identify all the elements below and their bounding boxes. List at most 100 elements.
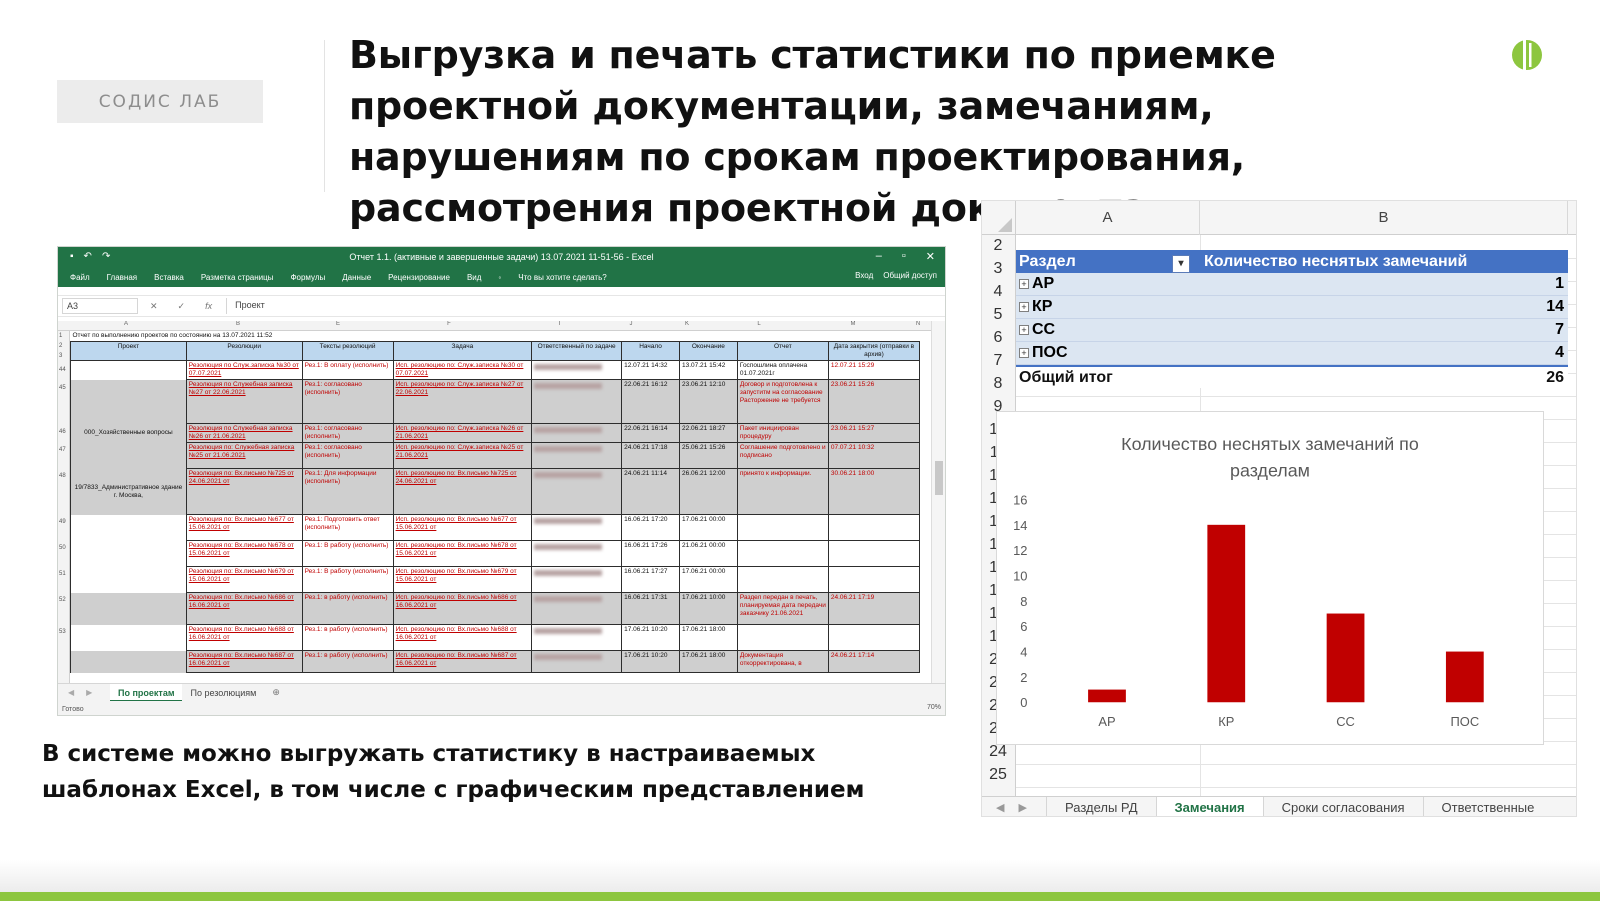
minimize-icon[interactable]: – bbox=[876, 250, 882, 263]
row-number[interactable]: 3 bbox=[982, 260, 1014, 278]
task-cell[interactable]: Исп. резолюцию по: Служ.записка №25 от 2… bbox=[392, 442, 533, 469]
resolution-text-cell[interactable]: Рез.1: В оплату (исполнить) bbox=[301, 360, 394, 380]
tab-razdely-rd[interactable]: Разделы РД bbox=[1046, 796, 1156, 816]
tab-zamechaniya[interactable]: Замечания bbox=[1155, 796, 1263, 816]
column-header[interactable]: K bbox=[659, 321, 715, 327]
ribbon-tab[interactable]: Вид bbox=[467, 273, 481, 282]
close-icon[interactable]: ✕ bbox=[926, 250, 935, 263]
resolution-text-cell[interactable]: Рез.1: согласовано (исполнить) bbox=[301, 423, 394, 443]
project-cell[interactable] bbox=[70, 624, 187, 651]
end-cell[interactable]: 25.06.21 15:26 bbox=[678, 442, 738, 469]
resolution-cell[interactable]: Резолюция по: Вх.письмо №688 от 16.06.20… bbox=[185, 624, 303, 651]
row-number[interactable]: 8 bbox=[982, 375, 1014, 393]
table-row[interactable]: Резолюция по: Служебная записка №25 от 2… bbox=[70, 442, 921, 469]
table-row[interactable]: 000_Хозяйственные вопросы Резолюция по Сл… bbox=[70, 423, 921, 443]
expand-icon[interactable]: + bbox=[1019, 325, 1029, 335]
responsible-cell[interactable] bbox=[531, 423, 623, 443]
task-cell[interactable]: Исп. резолюцию по: Вх.письмо №725 от 24.… bbox=[392, 468, 533, 515]
resolution-cell[interactable]: Резолюция по: Вх.письмо №679 от 15.06.20… bbox=[185, 566, 303, 593]
column-header[interactable]: M bbox=[803, 321, 903, 327]
table-row[interactable]: Резолюция по Служ.записка №30 от 07.07.2… bbox=[70, 360, 921, 380]
start-cell[interactable]: 17.06.21 10:20 bbox=[621, 624, 680, 651]
row-number[interactable]: 6 bbox=[982, 329, 1014, 347]
expand-icon[interactable]: + bbox=[1019, 279, 1029, 289]
pivot-row[interactable]: + ПОС 4 bbox=[1016, 342, 1568, 365]
table-row[interactable]: Резолюция по: Вх.письмо №687 от 16.06.20… bbox=[70, 650, 921, 673]
redo-icon[interactable]: ↷ bbox=[102, 251, 110, 262]
tab-sroki-soglasovaniya[interactable]: Сроки согласования bbox=[1262, 796, 1423, 816]
ribbon-tab[interactable]: Рецензирование bbox=[388, 273, 450, 282]
closed-date-cell[interactable]: 23.06.21 15:26 bbox=[827, 379, 921, 424]
start-cell[interactable]: 22.06.21 16:12 bbox=[621, 379, 680, 424]
responsible-cell[interactable] bbox=[531, 650, 623, 673]
resolution-text-cell[interactable]: Рез.1: В работу (исполнить) bbox=[301, 540, 394, 567]
resolution-cell[interactable]: Резолюция по: Вх.письмо №677 от 15.06.20… bbox=[185, 514, 303, 541]
report-cell[interactable]: Госпошлина оплачена 01.07.2021г bbox=[736, 360, 829, 380]
function-icon[interactable]: fx bbox=[205, 301, 212, 312]
task-cell[interactable]: Исп. резолюцию по: Вх.письмо №688 от 16.… bbox=[392, 624, 533, 651]
end-cell[interactable]: 23.06.21 12:10 bbox=[678, 379, 738, 424]
resolution-cell[interactable]: Резолюция по Служебная записка №27 от 22… bbox=[185, 379, 303, 424]
column-header[interactable]: N bbox=[903, 321, 933, 327]
end-cell[interactable]: 17.06.21 00:00 bbox=[678, 566, 738, 593]
report-cell[interactable]: Раздел передан в печать, планируемая дат… bbox=[736, 592, 829, 625]
resolution-cell[interactable]: Резолюция по: Вх.письмо №725 от 24.06.20… bbox=[185, 468, 303, 515]
responsible-cell[interactable] bbox=[531, 379, 623, 424]
undo-icon[interactable]: ↶ bbox=[84, 251, 92, 262]
column-header[interactable]: E bbox=[294, 321, 382, 327]
resolution-text-cell[interactable]: Рез.1: согласовано (исполнить) bbox=[301, 379, 394, 424]
column-header[interactable]: J bbox=[603, 321, 659, 327]
column-header[interactable]: F bbox=[382, 321, 516, 327]
resolution-text-cell[interactable]: Рез.1: в работу (исполнить) bbox=[301, 650, 394, 673]
closed-date-cell[interactable]: 30.06.21 18:00 bbox=[827, 468, 921, 515]
closed-date-cell[interactable]: 24.06.21 17:14 bbox=[827, 650, 921, 673]
select-all-corner[interactable] bbox=[982, 201, 1016, 235]
table-row[interactable]: Резолюция по: Вх.письмо №686 от 16.06.20… bbox=[70, 592, 921, 625]
formula-input[interactable]: Проект bbox=[226, 298, 945, 314]
responsible-cell[interactable] bbox=[531, 360, 623, 380]
project-cell[interactable] bbox=[70, 592, 187, 625]
row-number[interactable]: 48 bbox=[59, 473, 66, 479]
resolution-cell[interactable]: Резолюция по: Вх.письмо №686 от 16.06.20… bbox=[185, 592, 303, 625]
task-cell[interactable]: Исп. резолюцию по: Вх.письмо №687 от 16.… bbox=[392, 650, 533, 673]
tab-prev-icon[interactable]: ◀ bbox=[68, 688, 74, 697]
report-cell[interactable]: Пакет инициирован процедуру bbox=[736, 423, 829, 443]
ribbon-tab[interactable]: Данные bbox=[342, 273, 371, 282]
start-cell[interactable]: 16.06.21 17:27 bbox=[621, 566, 680, 593]
zoom-level[interactable]: 70% bbox=[927, 704, 941, 711]
row-number[interactable]: 50 bbox=[59, 545, 66, 551]
tab-po-rezolyuciyam[interactable]: По резолюциям bbox=[182, 684, 264, 702]
tab-otvetstvennye[interactable]: Ответственные bbox=[1422, 796, 1553, 816]
project-cell[interactable] bbox=[70, 540, 187, 567]
task-cell[interactable]: Исп. резолюцию по: Вх.письмо №679 от 15.… bbox=[392, 566, 533, 593]
start-cell[interactable]: 24.06.21 17:18 bbox=[621, 442, 680, 469]
closed-date-cell[interactable] bbox=[827, 566, 921, 593]
responsible-cell[interactable] bbox=[531, 442, 623, 469]
responsible-cell[interactable] bbox=[531, 624, 623, 651]
closed-date-cell[interactable]: 23.06.21 15:27 bbox=[827, 423, 921, 443]
resolution-cell[interactable]: Резолюция по: Служебная записка №25 от 2… bbox=[185, 442, 303, 469]
project-cell[interactable]: 000_Хозяйственные вопросы bbox=[70, 423, 187, 443]
tab-next-icon[interactable]: ▶ bbox=[86, 688, 92, 697]
start-cell[interactable]: 16.06.21 17:20 bbox=[621, 514, 680, 541]
resolution-cell[interactable]: Резолюция по: Вх.письмо №678 от 15.06.20… bbox=[185, 540, 303, 567]
row-number[interactable]: 45 bbox=[59, 385, 66, 391]
task-cell[interactable]: Исп. резолюцию по: Вх.письмо №686 от 16.… bbox=[392, 592, 533, 625]
row-number[interactable]: 46 bbox=[59, 429, 66, 435]
project-cell[interactable] bbox=[70, 442, 187, 469]
column-a-header[interactable]: A bbox=[1016, 201, 1200, 235]
tab-prev-icon[interactable]: ◀ bbox=[996, 801, 1004, 814]
row-number[interactable]: 2 bbox=[982, 237, 1014, 255]
report-cell[interactable]: принято к информации. bbox=[736, 468, 829, 515]
responsible-cell[interactable] bbox=[531, 592, 623, 625]
cancel-icon[interactable]: ✕ bbox=[150, 301, 158, 312]
resolution-text-cell[interactable]: Рез.1: в работу (исполнить) bbox=[301, 592, 394, 625]
column-header[interactable]: A bbox=[70, 321, 182, 327]
start-cell[interactable]: 24.06.21 11:14 bbox=[621, 468, 680, 515]
resolution-text-cell[interactable]: Рез.1: В работу (исполнить) bbox=[301, 566, 394, 593]
expand-icon[interactable]: + bbox=[1019, 348, 1029, 358]
row-number[interactable]: 52 bbox=[59, 597, 66, 603]
project-cell[interactable] bbox=[70, 379, 187, 424]
closed-date-cell[interactable]: 24.06.21 17:19 bbox=[827, 592, 921, 625]
closed-date-cell[interactable]: 07.07.21 10:32 bbox=[827, 442, 921, 469]
